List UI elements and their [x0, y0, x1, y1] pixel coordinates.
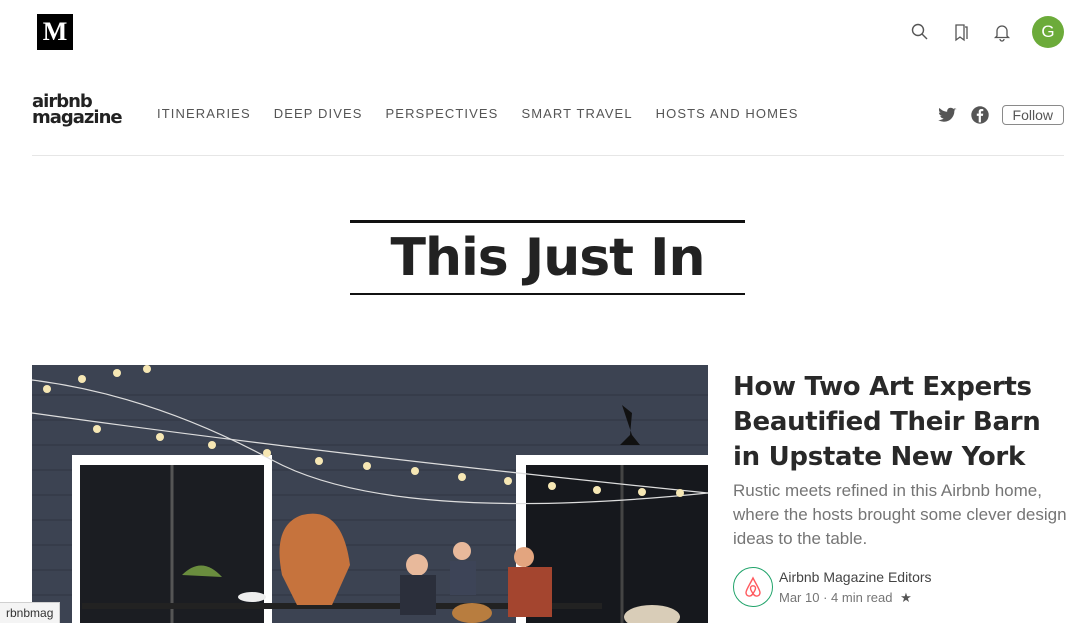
story-date: Mar 10 — [779, 590, 820, 605]
top-actions: G — [890, 16, 1064, 48]
nav-smart-travel[interactable]: SMART TRAVEL — [521, 106, 632, 121]
story-title[interactable]: How Two Art Experts Beautified Their Bar… — [733, 370, 1068, 475]
member-star-icon: ★ — [900, 590, 912, 605]
user-avatar[interactable]: G — [1032, 16, 1064, 48]
top-bar: M G — [0, 0, 1080, 64]
bookmarks-icon[interactable] — [950, 21, 972, 43]
author-name[interactable]: Airbnb Magazine Editors — [779, 567, 932, 587]
social-links: Follow — [936, 104, 1064, 126]
facebook-icon[interactable] — [969, 104, 991, 126]
section-heading: This Just In — [350, 220, 745, 295]
publication-nav: ITINERARIES DEEP DIVES PERSPECTIVES SMAR… — [157, 106, 822, 121]
airbnb-logo-icon[interactable] — [733, 567, 773, 607]
follow-button[interactable]: Follow — [1001, 105, 1064, 125]
story-author: Airbnb Magazine Editors Mar 10 · 4 min r… — [733, 567, 932, 609]
twitter-icon[interactable] — [936, 104, 958, 126]
story-meta: Mar 10 · 4 min read ★ — [779, 587, 932, 609]
story-preview: How Two Art Experts Beautified Their Bar… — [733, 370, 1068, 551]
story-subtitle[interactable]: Rustic meets refined in this Airbnb home… — [733, 479, 1068, 551]
nav-hosts-and-homes[interactable]: HOSTS AND HOMES — [656, 106, 799, 121]
section-title: This Just In — [390, 228, 705, 288]
nav-deep-dives[interactable]: DEEP DIVES — [274, 106, 363, 121]
read-time: 4 min read — [831, 590, 893, 605]
nav-itineraries[interactable]: ITINERARIES — [157, 106, 251, 121]
logo-line-2: magazine — [32, 107, 123, 128]
airbnb-magazine-logo[interactable]: airbnb magazine — [32, 93, 123, 128]
search-icon[interactable] — [909, 21, 931, 43]
author-info: Airbnb Magazine Editors Mar 10 · 4 min r… — [779, 567, 932, 609]
medium-logo[interactable]: M — [37, 14, 73, 50]
nav-perspectives[interactable]: PERSPECTIVES — [386, 106, 499, 121]
meta-separator: · — [823, 590, 832, 605]
status-bar-url: rbnbmag — [0, 602, 61, 623]
publication-header: airbnb magazine ITINERARIES DEEP DIVES P… — [32, 92, 1064, 156]
bell-icon[interactable] — [991, 21, 1013, 43]
story-hero-image[interactable] — [32, 365, 708, 623]
